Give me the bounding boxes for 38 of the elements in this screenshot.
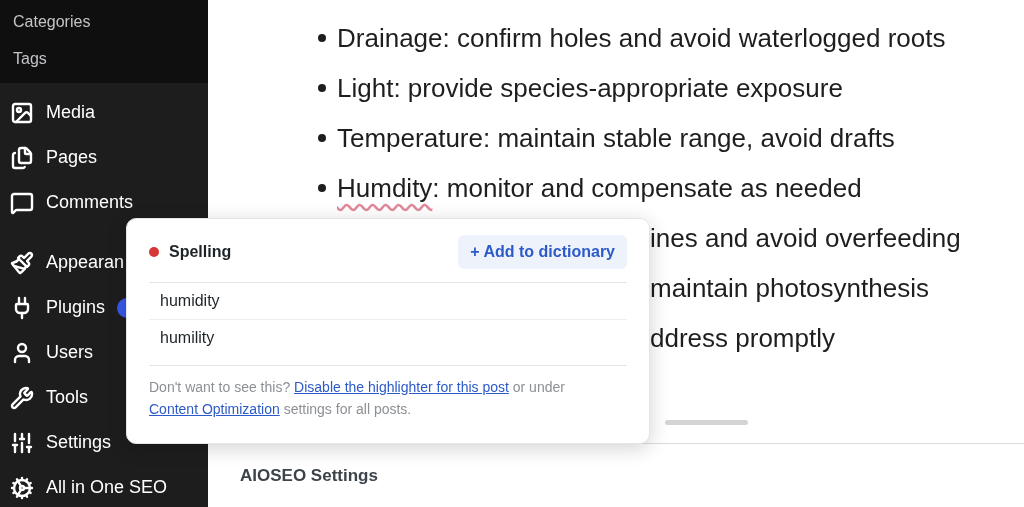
section-title: AIOSEO Settings	[240, 464, 378, 487]
disable-highlighter-link[interactable]: Disable the highlighter for this post	[294, 379, 509, 395]
list-item-text: Temperature: maintain stable range, avoid drafts	[337, 122, 895, 155]
bullet-icon	[318, 134, 326, 142]
suggestion-item[interactable]: humility	[149, 319, 627, 355]
popover-title: Spelling	[169, 242, 232, 262]
list-item-text: Drainage: confirm holes and avoid waterlogged roots	[337, 22, 946, 55]
submenu-item[interactable]: Tags	[0, 47, 208, 71]
menu-item[interactable]: Appearan	[46, 249, 125, 276]
list-item-text: Light: provide species-appropriate exposure	[337, 72, 843, 105]
media-icon	[10, 100, 34, 125]
submenu-item[interactable]: Categories	[0, 10, 208, 34]
pages-icon	[10, 145, 34, 170]
suggestion-item[interactable]: humidity	[149, 283, 627, 319]
wrench-icon	[10, 385, 34, 410]
menu-item[interactable]: Tools	[46, 384, 89, 411]
bullet-icon	[318, 84, 326, 92]
popover-footer-text: Don't want to see this? Disable the highlighter for this post or under Content Optimization settings for all posts.	[149, 378, 566, 419]
menu-item[interactable]: Users	[46, 339, 93, 366]
list-item-text: ines and avoid overfeeding	[650, 222, 962, 255]
sliders-icon	[10, 430, 34, 455]
scrollbar-thumb[interactable]	[665, 420, 748, 425]
menu-item[interactable]: All in One SEO	[46, 474, 168, 501]
menu-item[interactable]: Settings	[46, 429, 112, 456]
list-item-text: ddress promptly	[650, 322, 836, 355]
paintbrush-icon	[10, 250, 34, 275]
speech-bubble-icon	[10, 190, 34, 215]
list-item-text: maintain photosynthesis	[650, 272, 930, 305]
menu-item[interactable]: Comments	[46, 189, 134, 216]
bullet-icon	[318, 184, 326, 192]
menu-item[interactable]: Plugins	[46, 294, 106, 321]
add-to-dictionary-button[interactable]: + Add to dictionary	[458, 235, 627, 269]
menu-item[interactable]: Media	[46, 99, 96, 126]
gear-icon	[10, 475, 34, 500]
list-item-text: Humdity: monitor and compensate as needed	[337, 172, 862, 205]
bullet-icon	[318, 34, 326, 42]
content-optimization-link[interactable]: Content Optimization	[149, 401, 280, 417]
menu-item[interactable]: Pages	[46, 144, 98, 171]
